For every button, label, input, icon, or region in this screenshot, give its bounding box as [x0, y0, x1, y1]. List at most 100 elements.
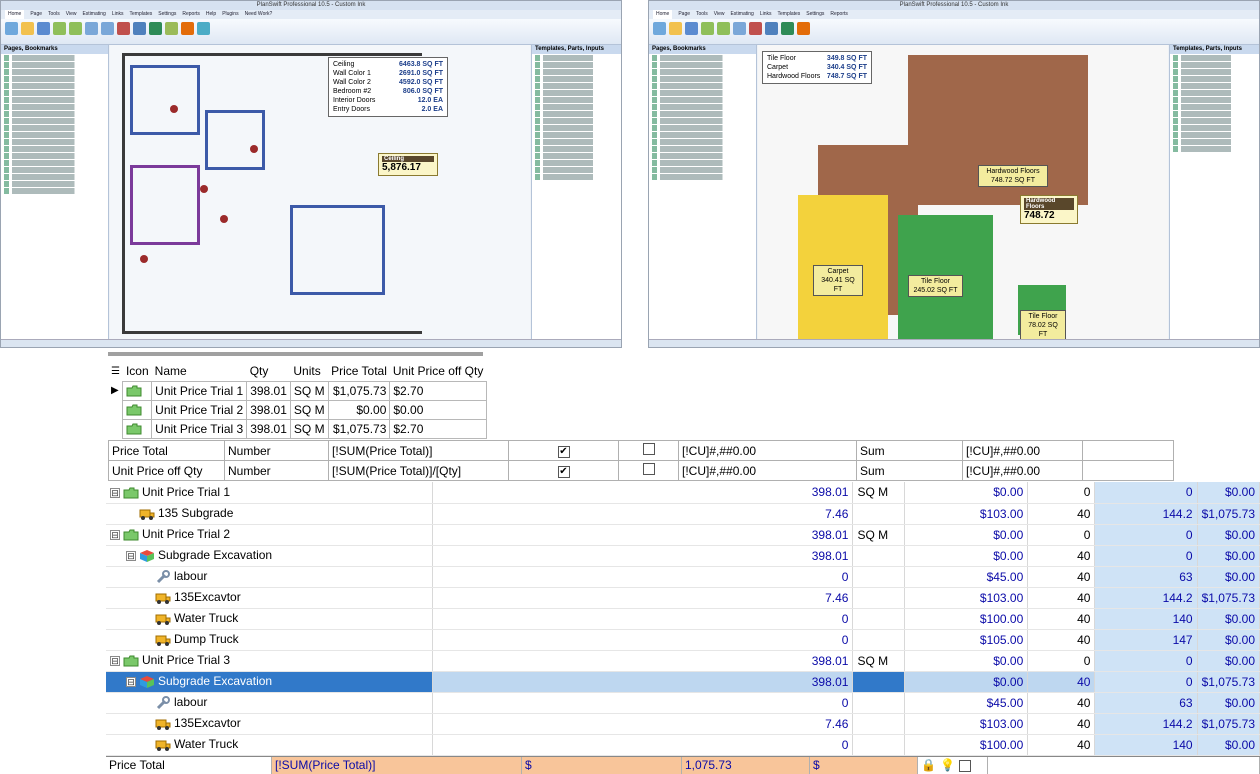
tab-home[interactable]: Home — [653, 10, 673, 19]
estimate-row[interactable]: Dump Truck 0 $105.0040147$0.00 — [106, 629, 1260, 651]
estimate-row[interactable]: ⊟ Unit Price Trial 1 398.01 SQ M $0.00 0 0 $0.0… — [106, 482, 1260, 504]
open-icon[interactable] — [669, 22, 682, 35]
segment-icon[interactable] — [165, 22, 178, 35]
header-icon[interactable]: Icon — [123, 362, 152, 381]
count-icon[interactable] — [781, 22, 794, 35]
estimate-row[interactable]: 135Excavtor 7.46 $103.00 40 144.2 $1,075.73 — [106, 713, 1260, 735]
tree-item[interactable] — [4, 181, 105, 187]
tree-item[interactable] — [4, 104, 105, 110]
property-format[interactable]: [!CU]#,##0.00 — [678, 440, 857, 461]
property-type[interactable]: Number — [224, 440, 329, 461]
tree-item[interactable] — [535, 153, 618, 159]
tree-item[interactable] — [535, 97, 618, 103]
tree-item[interactable] — [1173, 69, 1256, 75]
tree-item[interactable] — [1173, 111, 1256, 117]
tree-item[interactable] — [4, 55, 105, 61]
estimate-row[interactable]: ⊟ Unit Price Trial 3 398.01 SQ M $0.00 0 0 $0.0… — [106, 650, 1260, 672]
print-icon[interactable] — [37, 22, 50, 35]
tree-item[interactable] — [535, 104, 618, 110]
tree-item[interactable] — [535, 111, 618, 117]
tree-item[interactable] — [4, 146, 105, 152]
tree-item[interactable] — [652, 167, 753, 173]
header-unit-price[interactable]: Unit Price off Qty — [390, 362, 486, 381]
print-icon[interactable] — [685, 22, 698, 35]
tree-item[interactable] — [1173, 118, 1256, 124]
tree-item[interactable] — [652, 83, 753, 89]
property-result-format[interactable]: [!CU]#,##0.00 — [962, 440, 1083, 461]
new-icon[interactable] — [5, 22, 18, 35]
tree-item[interactable] — [652, 104, 753, 110]
annotation-icon[interactable] — [797, 22, 810, 35]
tab-templates[interactable]: Templates — [778, 10, 801, 19]
tree-item[interactable] — [4, 167, 105, 173]
collapse-toggle-icon[interactable]: ⊟ — [126, 676, 136, 687]
tree-item[interactable] — [652, 146, 753, 152]
tree-item[interactable] — [535, 167, 618, 173]
tab-need-work[interactable]: Need Work? — [245, 10, 273, 19]
estimate-row[interactable]: Water Truck 0 $100.00 40 140 $0.00 — [106, 734, 1260, 756]
estimate-row[interactable]: ⊟ Subgrade Excavation 398.01 $0.00 40 0 $1,075… — [106, 671, 1260, 693]
tab-settings[interactable]: Settings — [806, 10, 824, 19]
tree-item[interactable] — [4, 97, 105, 103]
tab-page[interactable]: Page — [30, 10, 42, 19]
list-item[interactable]: ▶ Unit Price Trial 1 398.01 SQ M $1,075.… — [108, 380, 487, 401]
tree-item[interactable] — [4, 153, 105, 159]
tree-item[interactable] — [652, 139, 753, 145]
summary-checkbox[interactable] — [958, 759, 971, 772]
tab-plugins[interactable]: Plugins — [222, 10, 238, 19]
tree-item[interactable] — [4, 69, 105, 75]
plan-canvas[interactable]: Ceiling 6463.8 SQ FT Wall Color 1 2691.0 S… — [110, 45, 530, 339]
tree-item[interactable] — [652, 55, 753, 61]
tree-item[interactable] — [1173, 97, 1256, 103]
tree-item[interactable] — [4, 83, 105, 89]
tree-item[interactable] — [652, 174, 753, 180]
tree-item[interactable] — [535, 174, 618, 180]
tree-item[interactable] — [652, 132, 753, 138]
tree-item[interactable] — [1173, 146, 1256, 152]
tree-item[interactable] — [4, 118, 105, 124]
property-type[interactable]: Number — [224, 460, 329, 481]
tree-item[interactable] — [535, 146, 618, 152]
annotation-icon[interactable] — [181, 22, 194, 35]
tree-item[interactable] — [652, 69, 753, 75]
summary-formula[interactable]: [!SUM(Price Total)] — [272, 757, 522, 774]
property-result-format[interactable]: [!CU]#,##0.00 — [962, 460, 1083, 481]
tree-item[interactable] — [652, 153, 753, 159]
list-item[interactable]: Unit Price Trial 3 398.01 SQ M $1,075.73… — [108, 418, 487, 439]
collapse-toggle-icon[interactable]: ⊟ — [110, 655, 120, 666]
image-icon[interactable] — [197, 22, 210, 35]
property-formula[interactable]: [!SUM(Price Total)]/[Qty] — [328, 460, 509, 481]
tab-estimating[interactable]: Estimating — [730, 10, 753, 19]
tree-item[interactable] — [535, 139, 618, 145]
forward-icon[interactable] — [717, 22, 730, 35]
tree-item[interactable] — [4, 62, 105, 68]
header-name[interactable]: Name — [152, 362, 247, 381]
area-icon[interactable] — [117, 22, 130, 35]
tree-item[interactable] — [1173, 55, 1256, 61]
tree-item[interactable] — [535, 76, 618, 82]
tree-item[interactable] — [1173, 76, 1256, 82]
header-qty[interactable]: Qty — [247, 362, 291, 381]
tree-item[interactable] — [4, 139, 105, 145]
lightbulb-icon[interactable]: 💡 — [940, 757, 955, 774]
tab-tools[interactable]: Tools — [48, 10, 60, 19]
tree-item[interactable] — [4, 76, 105, 82]
estimate-row[interactable]: 135 Subgrade 7.46 $103.00 40 144.2 $1,075.73 — [106, 503, 1260, 525]
unchecked-checkbox[interactable] — [642, 443, 655, 455]
plan-canvas[interactable]: Tile Floor 349.8 SQ FT Carpet 340.4 SQ FT … — [758, 45, 1168, 339]
tab-links[interactable]: Links — [760, 10, 772, 19]
area-icon[interactable] — [749, 22, 762, 35]
property-name[interactable]: Unit Price off Qty — [108, 460, 225, 481]
header-price-total[interactable]: Price Total — [328, 362, 390, 381]
tab-estimating[interactable]: Estimating — [82, 10, 105, 19]
tree-item[interactable] — [535, 90, 618, 96]
unchecked-checkbox[interactable] — [642, 463, 655, 475]
checked-checkbox[interactable]: ✔ — [557, 446, 570, 458]
back-icon[interactable] — [701, 22, 714, 35]
tree-item[interactable] — [535, 83, 618, 89]
tree-item[interactable] — [652, 62, 753, 68]
header-units[interactable]: Units — [290, 362, 328, 381]
property-row[interactable]: Unit Price off Qty Number [!SUM(Price To… — [108, 460, 1174, 481]
tab-templates[interactable]: Templates — [130, 10, 153, 19]
estimate-row[interactable]: labour 0 $45.00 40 63 $0.00 — [106, 566, 1260, 588]
